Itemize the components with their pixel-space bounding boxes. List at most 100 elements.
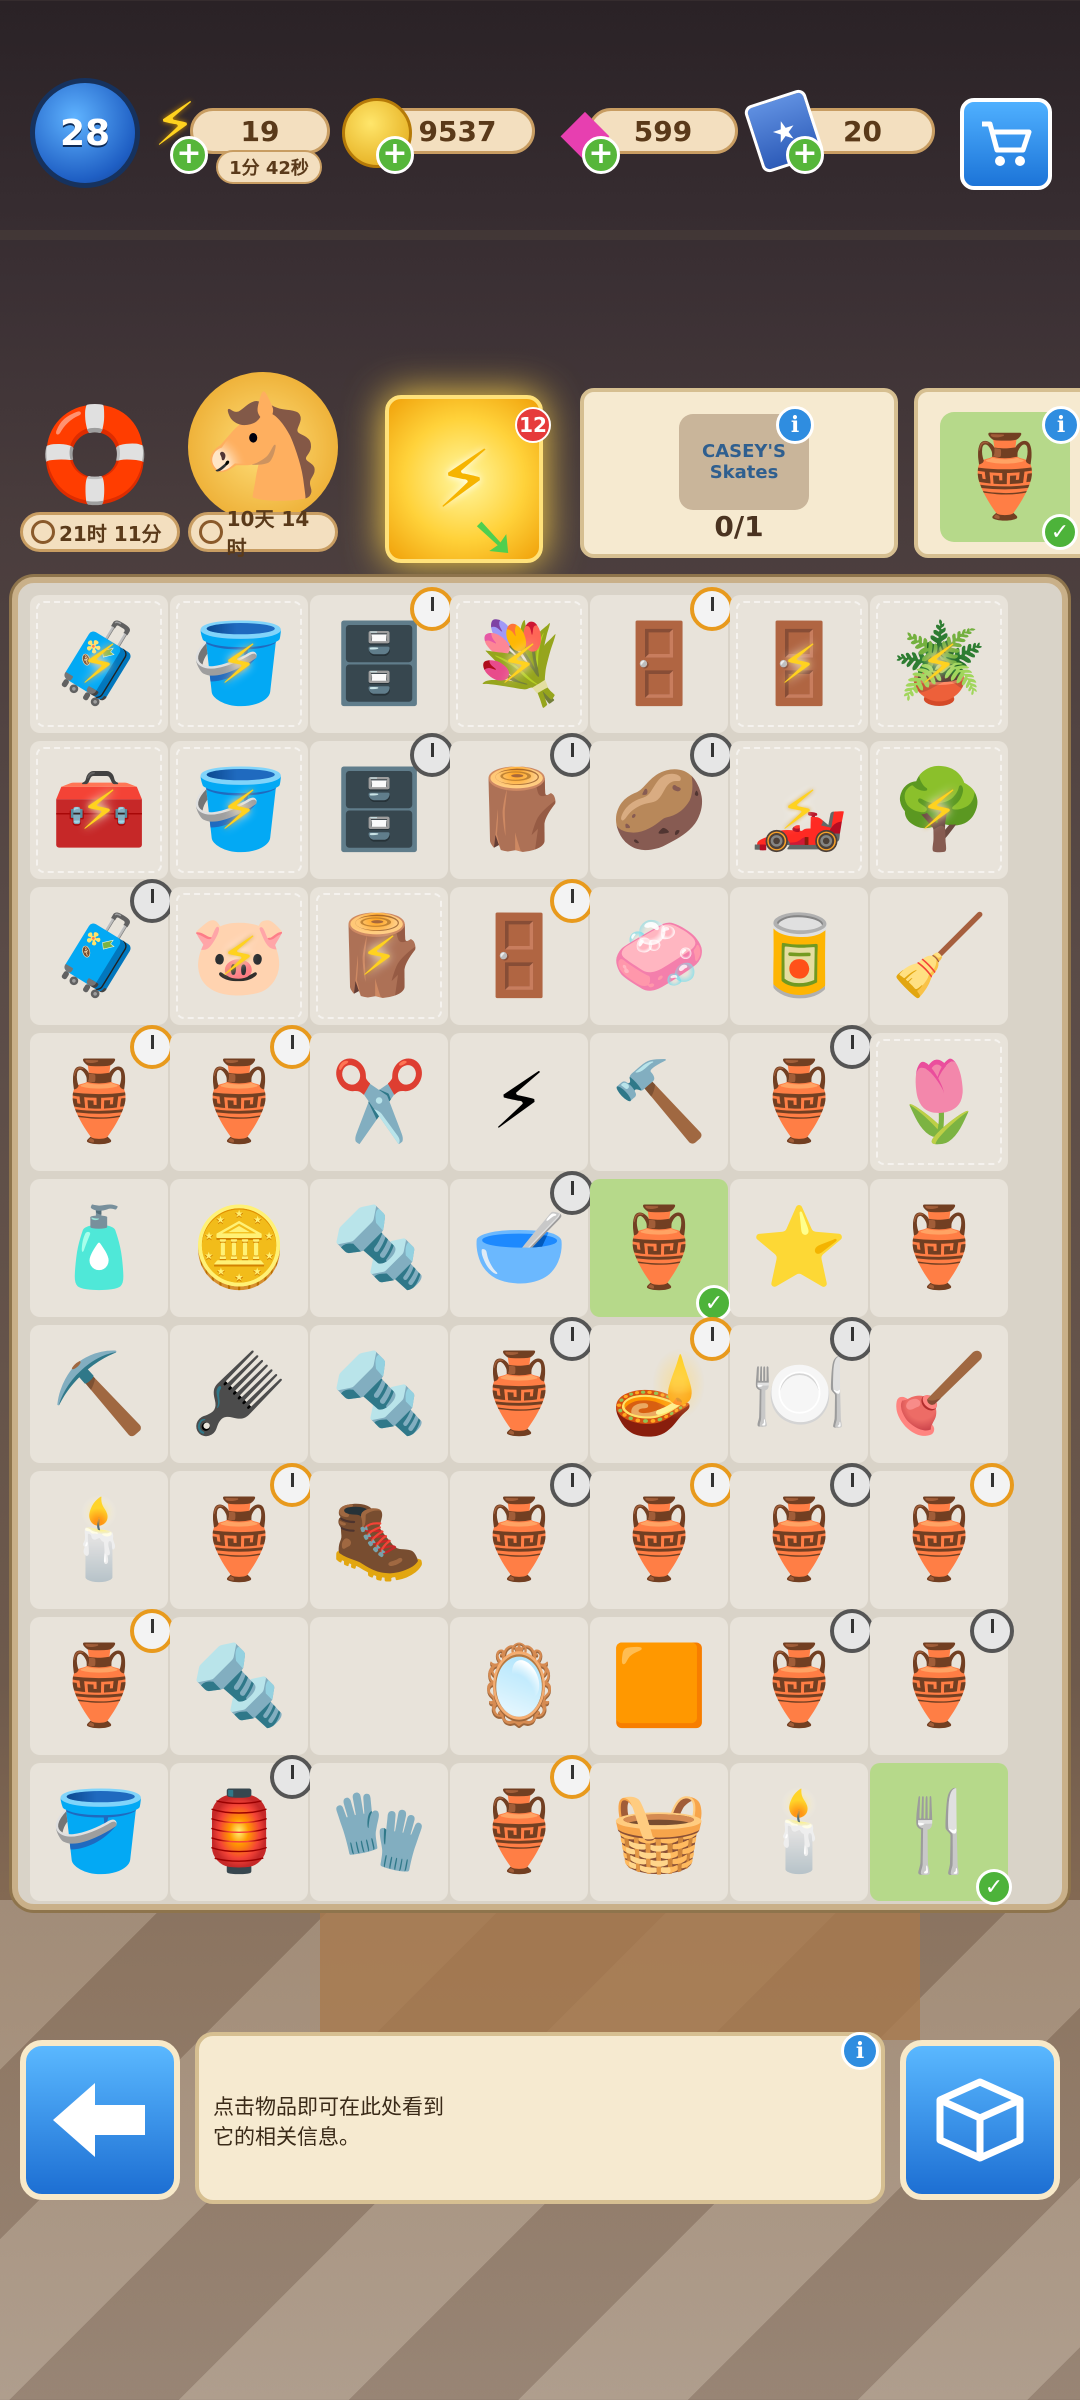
tool-bucket-icon: 🪣 <box>190 764 288 855</box>
board-item-blue-vase[interactable]: 🏺 <box>30 1025 174 1171</box>
lightning-icon: ⚡ <box>80 632 118 696</box>
board-item-porcelain-vase[interactable]: 🏺 <box>450 1755 594 1901</box>
timer-clock-icon <box>410 587 454 631</box>
board-item-candle-holder[interactable]: 🕯️ <box>30 1471 168 1609</box>
board-item-cracked-vase-7[interactable]: 🏺 <box>730 1463 874 1609</box>
board-item-paint-bucket[interactable]: 🪣 <box>30 1763 168 1901</box>
board-item-soap-bar[interactable]: 🧼 <box>590 887 728 1025</box>
board-item-screw-box[interactable]: 🔩 <box>310 1179 448 1317</box>
add-gems-button[interactable]: + <box>582 136 620 174</box>
board-item-cracked-vase-10[interactable]: 🏺 <box>870 1609 1014 1755</box>
mirror-icon: 🪞 <box>470 1640 568 1731</box>
board-item-wood-planks[interactable]: 🪵 <box>450 733 594 879</box>
board-item-toy-car[interactable]: 🏎️ ⚡ <box>730 741 868 879</box>
board-item-coin-pile[interactable]: 🪙 <box>170 1179 308 1317</box>
board-item-small-cabinet[interactable]: 🚪 <box>450 879 594 1025</box>
brush-icon: 🪮 <box>190 1348 288 1439</box>
board-item-basket[interactable]: 🧺 <box>590 1763 728 1901</box>
horse-event-icon[interactable]: 🐴 <box>188 372 338 522</box>
board-item-golden-ewer[interactable]: 🏺 ✓ <box>590 1179 732 1321</box>
beach-event-timer: 21时 11分 <box>20 512 180 552</box>
add-energy-button[interactable]: + <box>170 136 208 174</box>
board-item-piggy-bank[interactable]: 🐷 ⚡ <box>170 887 308 1025</box>
board-item-red-toolbox[interactable]: 🧰 ⚡ <box>30 741 168 879</box>
cracked-vase-icon: 🏺 <box>190 1056 288 1147</box>
level-badge[interactable]: 28 <box>30 78 140 188</box>
board-item-pruning-shears[interactable]: ✂️ <box>310 1033 448 1171</box>
board-item-fruit-dresser[interactable]: 🗄️ <box>310 587 454 733</box>
board-item-candelabra[interactable]: 🕯️ <box>730 1763 868 1901</box>
dresser-icon: 🗄️ <box>330 764 428 855</box>
arrow-left-icon <box>53 2083 145 2157</box>
add-coins-button[interactable]: + <box>376 136 414 174</box>
storage-box-button[interactable] <box>900 2040 1060 2200</box>
board-item-dresser[interactable]: 🗄️ <box>310 733 454 879</box>
board-item-open-cabinet[interactable]: 🚪 ⚡ <box>730 595 868 733</box>
board-item-cracked-vase[interactable]: 🏺 <box>170 1025 314 1171</box>
board-item-blue-star[interactable]: ⭐ <box>730 1179 868 1317</box>
board-item-empty-cell[interactable] <box>310 1617 448 1755</box>
gem-value: 599 <box>633 114 693 148</box>
lightning-icon: ⚡ <box>220 778 258 842</box>
board-item-lotion-bottle[interactable]: 🧴 <box>30 1179 168 1317</box>
add-cards-button[interactable]: + <box>786 136 824 174</box>
energy-timer-text: 1分 42秒 <box>229 158 309 179</box>
board-item-tulip-vase[interactable]: 🌷 <box>870 1033 1008 1171</box>
board-item-wooden-trunk[interactable]: 🧳 <box>30 879 174 1025</box>
board-item-cushion[interactable]: 🟧 <box>590 1617 728 1755</box>
back-button[interactable] <box>20 2040 180 2200</box>
board-item-cutlery-bow[interactable]: 🍴 ✓ <box>870 1763 1012 1905</box>
board-item-brush[interactable]: 🪮 <box>170 1325 308 1463</box>
board-item-clay-bowl[interactable]: 🥣 <box>450 1171 594 1317</box>
order-card-ewer[interactable]: 🏺 i ✓ <box>914 388 1080 558</box>
timer-clock-icon <box>830 1463 874 1507</box>
coin-value: 9537 <box>418 114 497 148</box>
board-item-plant-pot[interactable]: 🪴 ⚡ <box>870 595 1008 733</box>
board-item-mirror[interactable]: 🪞 <box>450 1617 588 1755</box>
board-item-cracked-vase-4[interactable]: 🏺 <box>170 1463 314 1609</box>
info-help-button[interactable]: i <box>841 2032 879 2070</box>
board-item-paint-can[interactable]: 🥫 <box>730 887 868 1025</box>
bonsai-tree-icon: 🌳 <box>890 764 988 855</box>
order-info-button[interactable]: i <box>1042 406 1080 444</box>
board-item-garden-tools-bucket[interactable]: 🪣 ⚡ <box>170 595 308 733</box>
timer-clock-icon <box>550 733 594 777</box>
board-item-table-lamp[interactable]: 🪔 <box>590 1317 734 1463</box>
shop-button[interactable] <box>960 98 1052 190</box>
board-item-plate[interactable]: 🍽️ <box>730 1317 874 1463</box>
board-item-gloves[interactable]: 🧤 <box>310 1763 448 1901</box>
board-item-cracked-vase-8[interactable]: 🏺 <box>30 1609 174 1755</box>
board-item-blue-cabinet[interactable]: 🚪 <box>590 587 734 733</box>
board-item-cracked-vase-2[interactable]: 🏺 <box>730 1025 874 1171</box>
board-item-cracked-vase-9[interactable]: 🏺 <box>730 1609 874 1755</box>
energy-value: 19 <box>240 114 280 148</box>
board-item-rose-pot[interactable]: 💐 ⚡ <box>450 595 588 733</box>
cracked-vase-7-icon: 🏺 <box>750 1494 848 1585</box>
board-item-energy-orb[interactable]: ⚡ <box>450 1033 588 1171</box>
board-item-screw[interactable]: 🔩 <box>310 1325 448 1463</box>
board-item-glass-vase[interactable]: 🏺 <box>870 1179 1008 1317</box>
board-item-rake[interactable]: 🧹 <box>870 887 1008 1025</box>
cracked-vase-4-icon: 🏺 <box>190 1494 288 1585</box>
small-cabinet-icon: 🚪 <box>470 910 568 1001</box>
board-item-screws[interactable]: 🔩 <box>170 1617 308 1755</box>
board-item-cracked-vase-3[interactable]: 🏺 <box>450 1317 594 1463</box>
order-info-button[interactable]: i <box>776 406 814 444</box>
board-item-trowel[interactable]: ⛏️ <box>30 1325 168 1463</box>
board-item-tool-bucket[interactable]: 🪣 ⚡ <box>170 741 308 879</box>
board-item-cracked-vase-6[interactable]: 🏺 <box>590 1463 734 1609</box>
board-item-lantern[interactable]: 🏮 <box>170 1755 314 1901</box>
order-card-caseys[interactable]: CASEY'S Skates 0/1 i <box>580 388 898 558</box>
board-item-bulb-planter[interactable]: 🥔 <box>590 733 734 879</box>
board-item-blue-chest[interactable]: 🧳 ⚡ <box>30 595 168 733</box>
board-item-hammer[interactable]: 🔨 <box>590 1033 728 1171</box>
board-item-blue-vase-2[interactable]: 🏺 <box>870 1463 1014 1609</box>
board-item-cracked-vase-5[interactable]: 🏺 <box>450 1463 594 1609</box>
cracked-vase-2-icon: 🏺 <box>750 1056 848 1147</box>
screw-box-icon: 🔩 <box>330 1202 428 1293</box>
beach-event-icon[interactable]: 🛟 <box>30 390 160 520</box>
board-item-clay-shoe[interactable]: 🥾 <box>310 1471 448 1609</box>
board-item-plunger[interactable]: 🪠 <box>870 1325 1008 1463</box>
board-item-bonsai-tree[interactable]: 🌳 ⚡ <box>870 741 1008 879</box>
board-item-log-pile[interactable]: 🪵 ⚡ <box>310 887 448 1025</box>
